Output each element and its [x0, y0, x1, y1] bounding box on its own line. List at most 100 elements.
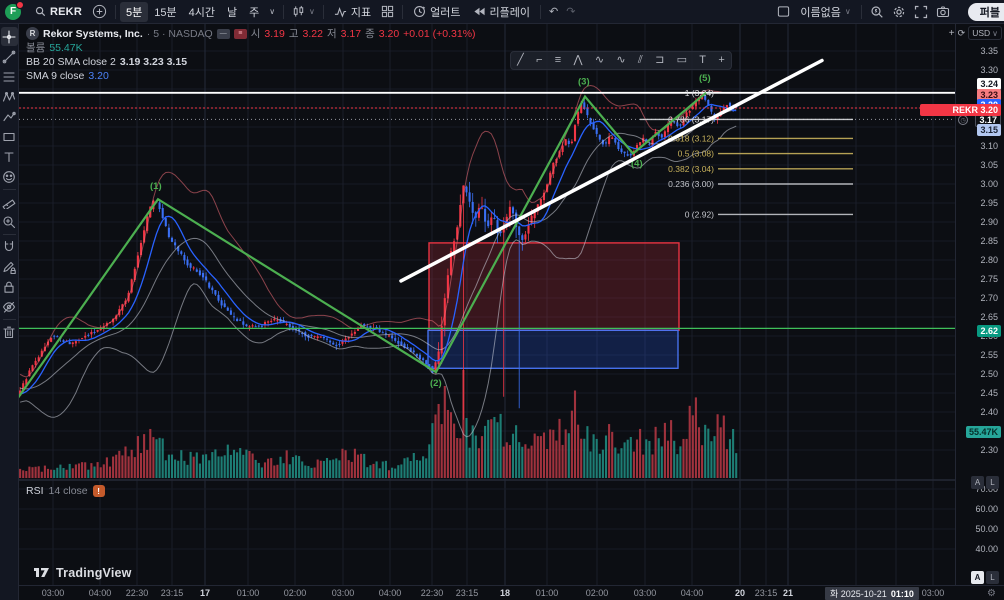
indicators-button[interactable]: 지표: [328, 2, 377, 22]
price-axis[interactable]: + ⟳ USD∨ 3.353.303.103.053.002.952.902.8…: [955, 24, 1004, 585]
forecast-tool-icon[interactable]: [1, 107, 18, 126]
time-tick: 04:00: [681, 588, 704, 598]
time-tick: 01:00: [536, 588, 559, 598]
time-tick: 21: [783, 588, 793, 598]
symbol-search-button[interactable]: REKR: [29, 2, 88, 22]
float-elliott-wave-icon[interactable]: ∿: [595, 55, 604, 66]
float-horizontal-ray-icon[interactable]: ⌐: [536, 55, 542, 66]
float-elliott-impulse-icon[interactable]: ∿: [616, 55, 625, 66]
layout-name-button[interactable]: 이름없음∨: [794, 2, 856, 22]
svg-text:0.236 (3.00): 0.236 (3.00): [668, 179, 714, 189]
main-auto-scale-button[interactable]: A: [971, 476, 984, 489]
price-tick: 2.55: [980, 350, 998, 360]
volume-label[interactable]: 볼륨: [26, 42, 45, 54]
quick-search-icon[interactable]: [866, 2, 888, 22]
axis-reset-icon[interactable]: ⟳: [958, 28, 966, 39]
redo-button[interactable]: ↷: [562, 2, 579, 22]
open-value: 3.19: [264, 28, 284, 40]
svg-text:0.382 (3.04): 0.382 (3.04): [668, 164, 714, 174]
layout-button[interactable]: [773, 2, 794, 22]
main-log-scale-button[interactable]: L: [986, 476, 999, 489]
price-tick: 3.30: [980, 65, 998, 75]
price-tick: 2.70: [980, 293, 998, 303]
camera-snapshot-icon[interactable]: [932, 2, 954, 22]
floating-draw-toolbar: ╱ ⌐ ≡ ⋀ ∿ ∿ ⫽ ⊐ ▭ T +: [510, 51, 732, 70]
alert-countdown-icon[interactable]: ◷: [958, 115, 968, 125]
indicators-icon: [334, 5, 347, 18]
float-text-icon[interactable]: T: [699, 55, 706, 66]
time-tick: 20: [735, 588, 745, 598]
trash-tool-icon[interactable]: [1, 322, 18, 341]
zoom-in-tool-icon[interactable]: [1, 212, 18, 231]
price-tick: 2.80: [980, 255, 998, 265]
notification-badge: [16, 1, 24, 9]
chart-legend: R Rekor Systems, Inc. · 5 · NASDAQ — ≡ 시…: [26, 27, 476, 84]
timeframe-1w[interactable]: 주: [243, 2, 265, 22]
user-avatar[interactable]: F: [5, 4, 21, 20]
drawing-lock-tool-icon[interactable]: [1, 257, 18, 276]
publish-button[interactable]: 퍼블: [968, 3, 1004, 21]
svg-text:(2): (2): [430, 378, 442, 389]
trend-line-tool-icon[interactable]: [1, 47, 18, 66]
timeframe-15m[interactable]: 15분: [148, 2, 182, 22]
lock-all-tool-icon[interactable]: [1, 277, 18, 296]
time-tick: 18: [500, 588, 510, 598]
rsi-log-scale-button[interactable]: L: [986, 571, 999, 584]
time-tick: 03:00: [332, 588, 355, 598]
time-tick: 23:15: [755, 588, 778, 598]
replay-button[interactable]: 리플레이: [467, 2, 536, 22]
legend-hide-chip[interactable]: —: [217, 29, 230, 39]
timeframe-4h[interactable]: 4시간: [183, 2, 221, 22]
rsi-auto-scale-button[interactable]: A: [971, 571, 984, 584]
price-tick: 2.45: [980, 388, 998, 398]
compare-add-button[interactable]: [88, 2, 111, 22]
time-axis[interactable]: 화 2025-10-2101:10 ⚙ 03:0004:0022:3023:15…: [0, 585, 1004, 600]
float-parallel-channel-icon[interactable]: ⫽: [638, 55, 643, 66]
rsi-error-badge[interactable]: !: [93, 485, 105, 497]
bb-indicator-label[interactable]: BB 20 SMA close 2: [26, 56, 116, 68]
timeframe-5m[interactable]: 5분: [120, 2, 148, 22]
indicator-templates-button[interactable]: [377, 2, 398, 22]
axis-plus-icon[interactable]: +: [949, 28, 955, 39]
tradingview-logo[interactable]: TradingView: [33, 565, 132, 580]
close-value: 3.20: [379, 28, 399, 40]
hide-all-tool-icon[interactable]: [1, 297, 18, 316]
rsi-label[interactable]: RSI: [26, 485, 44, 497]
float-xabcd-pattern-icon[interactable]: ⋀: [574, 55, 583, 66]
undo-button[interactable]: ↶: [545, 2, 562, 22]
price-tick: 2.90: [980, 217, 998, 227]
shapes-tool-icon[interactable]: [1, 127, 18, 146]
chart-canvas[interactable]: 1 (3.24)0.786 (3.17)0.618 (3.12)0.5 (3.0…: [0, 0, 1004, 600]
price-tick: 3.10: [980, 141, 998, 151]
fib-retracement-tool-icon[interactable]: [1, 67, 18, 86]
float-trend-line-icon[interactable]: ╱: [517, 55, 524, 66]
float-cross-icon[interactable]: +: [718, 55, 724, 66]
svg-text:1 (3.24): 1 (3.24): [685, 88, 714, 98]
legend-flag-chip[interactable]: ≡: [234, 29, 247, 39]
time-tick: 23:15: [456, 588, 479, 598]
timeframe-dropdown[interactable]: ∨: [265, 2, 279, 22]
currency-button[interactable]: USD∨: [968, 26, 1002, 40]
text-tool-icon[interactable]: [1, 147, 18, 166]
crosshair-date-badge: 화 2025-10-2101:10: [825, 587, 919, 600]
float-flat-channel-icon[interactable]: ⊐: [655, 55, 664, 66]
time-tick: 03:00: [922, 588, 945, 598]
chart-style-button[interactable]: ∨: [288, 2, 319, 22]
replay-icon: [473, 5, 486, 18]
xabcd-pattern-tool-icon[interactable]: [1, 87, 18, 106]
time-axis-gear-icon[interactable]: ⚙: [987, 588, 996, 599]
legend-symbol-title[interactable]: Rekor Systems, Inc.: [43, 28, 143, 40]
alert-button[interactable]: 얼러트: [407, 2, 466, 22]
settings-gear-icon[interactable]: [888, 2, 910, 22]
crosshair-tool-icon[interactable]: [1, 27, 18, 46]
timeframe-1d[interactable]: 날: [221, 2, 243, 22]
ruler-tool-icon[interactable]: [1, 192, 18, 211]
emoji-tool-icon[interactable]: [1, 167, 18, 186]
float-fib-retracement-icon[interactable]: ≡: [555, 55, 561, 66]
magnet-tool-icon[interactable]: [1, 237, 18, 256]
time-tick: 17: [200, 588, 210, 598]
float-rectangle-icon[interactable]: ▭: [677, 55, 687, 66]
fullscreen-icon[interactable]: [910, 2, 932, 22]
symbol-price-badge: REKR 3.20: [920, 104, 1001, 116]
sma-indicator-label[interactable]: SMA 9 close: [26, 70, 84, 82]
